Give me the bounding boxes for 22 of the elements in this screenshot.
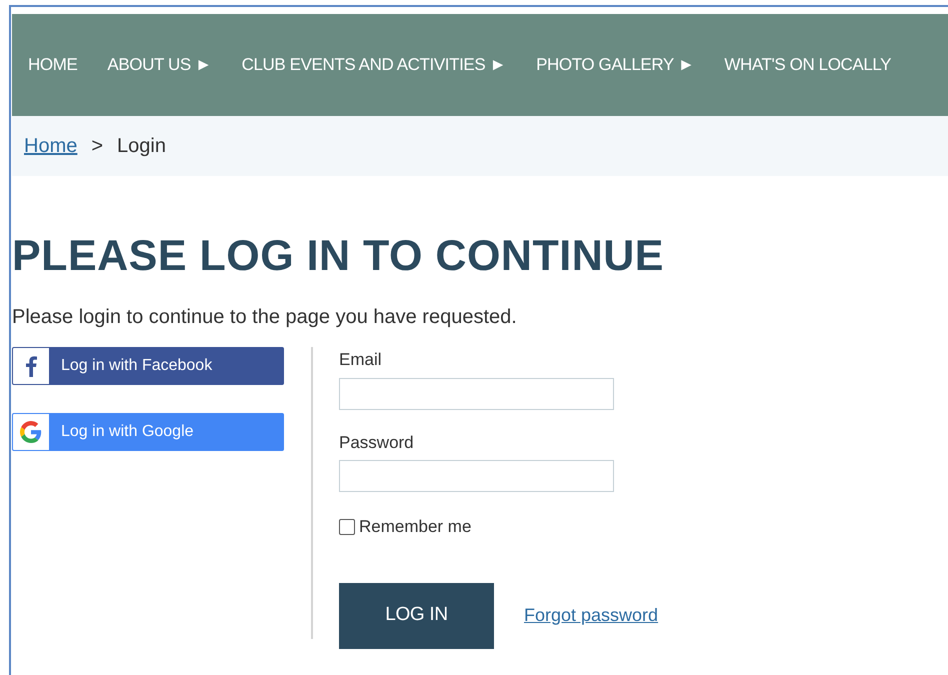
breadcrumb-separator: > [91,134,104,159]
email-label: Email [339,349,383,371]
email-field[interactable] [339,378,614,410]
remember-checkbox[interactable] [339,518,355,535]
google-logo-icon [20,421,42,443]
forgot-password-link[interactable]: Forgot password [524,602,658,629]
breadcrumb-current: Login [117,134,166,159]
login-button[interactable]: LOG IN [339,582,494,648]
social-login-button[interactable]: Log in with Google [12,413,284,451]
social-login-button[interactable]: Log in with Facebook [12,347,284,385]
breadcrumb-link[interactable]: Home [24,131,78,161]
page-heading: PLEASE LOG IN TO CONTINUE [12,231,665,282]
nav-item[interactable]: ABOUT US ► [107,52,212,78]
remember-label: Remember me [359,516,472,538]
intro-text: Please login to continue to the page you have requested. [12,305,518,330]
password-label: Password [339,432,415,454]
nav-item[interactable]: WHAT'S ON LOCALLY [724,52,892,78]
facebook-logo-icon [25,355,37,377]
nav-item[interactable]: CLUB EVENTS AND ACTIVITIES ► [242,52,506,78]
nav-item[interactable]: HOME [28,52,78,78]
nav-item[interactable]: PHOTO GALLERY ► [536,52,694,78]
password-field[interactable] [339,460,614,492]
